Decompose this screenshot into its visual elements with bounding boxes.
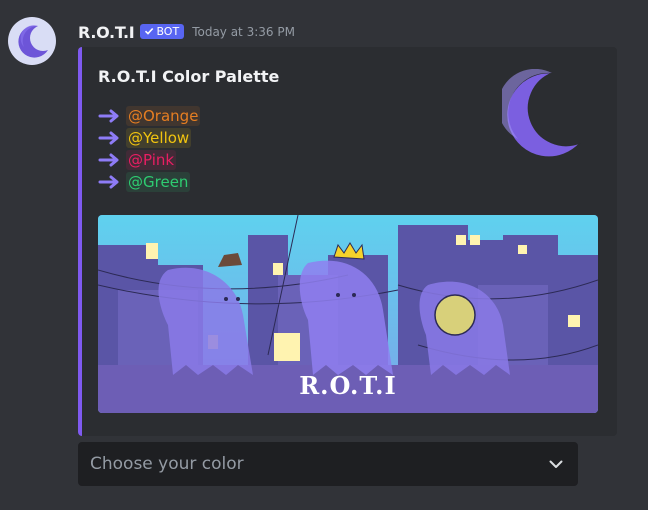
select-placeholder: Choose your color [90, 454, 244, 474]
role-line: @Green [98, 171, 200, 193]
username[interactable]: R.O.T.I [78, 23, 135, 42]
role-line: @Pink [98, 149, 200, 171]
role-mention-pink[interactable]: @Pink [126, 150, 177, 170]
embed: R.O.T.I Color Palette @Orange @Yellow @P… [78, 47, 617, 436]
crescent-moon-thumbnail-icon[interactable] [502, 69, 582, 161]
banner-image[interactable]: R.O.T.I [98, 215, 598, 413]
arrow-right-icon [98, 175, 119, 189]
color-select-menu[interactable]: Choose your color [78, 442, 578, 486]
arrow-right-icon [98, 153, 119, 167]
message-header: R.O.T.I BOT Today at 3:36 PM [78, 20, 295, 44]
bot-avatar[interactable] [8, 17, 56, 65]
bot-tag-label: BOT [156, 24, 180, 38]
chevron-down-icon [549, 460, 563, 468]
role-mention-green[interactable]: @Green [126, 172, 191, 192]
bot-tag: BOT [140, 23, 185, 39]
role-line: @Yellow [98, 127, 200, 149]
role-line: @Orange [98, 105, 201, 127]
role-mention-orange[interactable]: @Orange [126, 106, 201, 126]
message-timestamp: Today at 3:36 PM [192, 25, 295, 39]
arrow-right-icon [98, 109, 119, 123]
role-list: @Orange @Yellow @Pink @Green [98, 105, 201, 193]
checkmark-icon [145, 27, 154, 35]
arrow-right-icon [98, 131, 119, 145]
crescent-moon-icon [18, 25, 48, 58]
banner-caption: R.O.T.I [299, 371, 397, 400]
role-mention-yellow[interactable]: @Yellow [126, 128, 192, 148]
embed-title: R.O.T.I Color Palette [98, 67, 280, 86]
